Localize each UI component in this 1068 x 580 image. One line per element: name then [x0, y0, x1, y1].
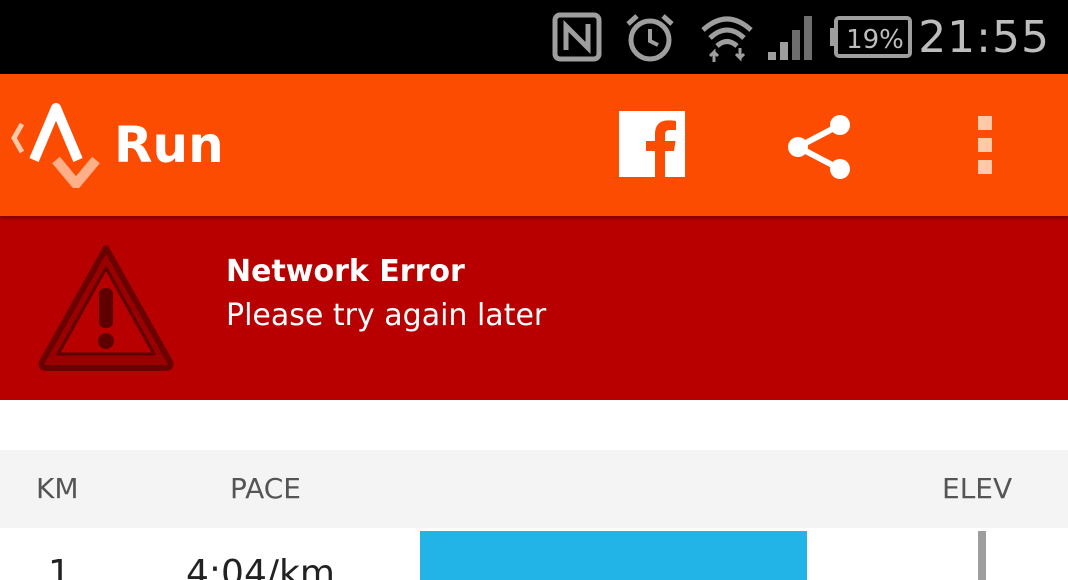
elevation-bar — [978, 531, 986, 580]
error-message: Please try again later — [226, 298, 547, 333]
battery-icon: 19% — [830, 16, 912, 58]
overflow-menu-icon[interactable] — [976, 114, 996, 178]
error-title: Network Error — [226, 254, 465, 289]
elev-column-header: ELEV — [942, 472, 1013, 505]
battery-percent: 19% — [846, 25, 904, 55]
pace-bar — [420, 531, 807, 580]
table-row: 1 4:04/km — [0, 528, 1068, 580]
signal-icon — [768, 16, 812, 60]
split-pace: 4:04/km — [186, 553, 335, 580]
wifi-icon — [701, 16, 753, 62]
app-bar: Run — [0, 74, 1068, 216]
app-title: Run — [114, 116, 224, 174]
status-bar: 19% 21:55 — [0, 0, 1068, 74]
pace-column-header: PACE — [230, 472, 301, 505]
warning-icon — [38, 245, 174, 371]
facebook-icon[interactable] — [619, 111, 685, 177]
split-km: 1 — [48, 553, 71, 580]
up-navigation-logo-icon[interactable] — [8, 102, 104, 188]
share-icon[interactable] — [784, 114, 854, 180]
clock: 21:55 — [918, 12, 1050, 63]
alarm-icon — [626, 14, 674, 62]
nfc-icon — [552, 12, 602, 62]
km-column-header: KM — [36, 472, 79, 505]
splits-table-header: KM PACE ELEV — [0, 450, 1068, 528]
network-error-banner[interactable]: Network Error Please try again later — [0, 216, 1068, 400]
